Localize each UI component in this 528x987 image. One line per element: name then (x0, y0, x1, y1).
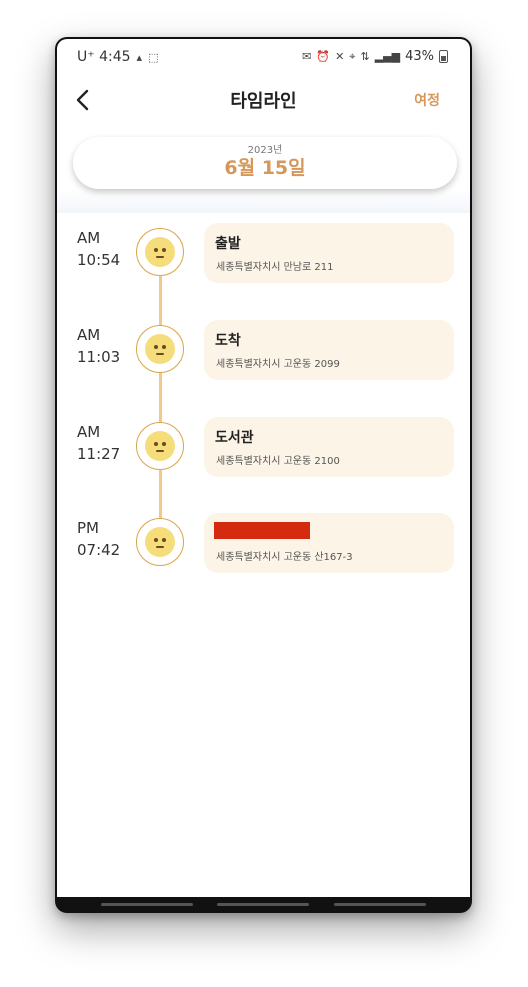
timeline-node (136, 422, 184, 470)
alarm-icon: ⏰ (316, 50, 331, 63)
screenshot-icon: ⬚ (148, 50, 159, 64)
timeline-row: PM 07:42 세종특별자치시 고운동 산167-3 (57, 511, 470, 573)
timeline-row: AM 11:03 도착 세종특별자치시 고운동 2099 (57, 318, 470, 380)
place-card[interactable]: 출발 세종특별자치시 만남로 211 (204, 223, 454, 283)
battery-icon (439, 50, 448, 63)
time-period: AM (77, 326, 101, 344)
time-period: PM (77, 519, 99, 537)
date-year: 2023년 (247, 145, 283, 156)
time-value: 07:42 (77, 541, 121, 559)
neutral-face-icon (145, 431, 175, 461)
timeline-row: AM 11:27 도서관 세종특별자치시 고운동 2100 (57, 415, 470, 477)
nav-home-button[interactable] (217, 903, 309, 906)
place-address: 세종특별자치시 고운동 산167-3 (216, 552, 353, 563)
time-value: 11:27 (77, 445, 121, 463)
place-card[interactable]: 도착 세종특별자치시 고운동 2099 (204, 320, 454, 380)
time-value: 10:54 (77, 251, 121, 269)
phone-frame: U⁺ 4:45 ▴ ⬚ ✉ ⏰ ✕ ⌖ ⇅ ▂▄▆ 43% 타임라인 여정 20… (55, 37, 472, 913)
header: 타임라인 여정 (57, 79, 470, 121)
timeline-time: PM 07:42 (77, 517, 127, 561)
timeline-node (136, 325, 184, 373)
mail-icon: ✉ (302, 50, 312, 63)
location-icon: ⌖ (349, 49, 356, 63)
date-day: 6월 15일 (224, 157, 306, 179)
date-divider (57, 189, 470, 213)
timeline-row: AM 10:54 출발 세종특별자치시 만남로 211 (57, 221, 470, 283)
timeline-node (136, 228, 184, 276)
place-title: 도서관 (215, 430, 254, 446)
status-bar: U⁺ 4:45 ▴ ⬚ ✉ ⏰ ✕ ⌖ ⇅ ▂▄▆ 43% (57, 39, 470, 75)
time-value: 11:03 (77, 348, 121, 366)
screen: U⁺ 4:45 ▴ ⬚ ✉ ⏰ ✕ ⌖ ⇅ ▂▄▆ 43% 타임라인 여정 20… (57, 39, 470, 897)
place-address: 세종특별자치시 고운동 2100 (216, 456, 340, 467)
timeline-time: AM 11:27 (77, 421, 127, 465)
mute-icon: ✕ (335, 50, 345, 63)
signal-icon: ▂▄▆ (374, 50, 401, 63)
place-address: 세종특별자치시 고운동 2099 (216, 359, 340, 370)
navigation-bar (55, 897, 472, 913)
place-card[interactable]: 도서관 세종특별자치시 고운동 2100 (204, 417, 454, 477)
nav-recents-button[interactable] (101, 903, 193, 906)
redacted-title (214, 522, 310, 539)
timeline-time: AM 10:54 (77, 227, 127, 271)
journey-button[interactable]: 여정 (414, 90, 440, 110)
timeline-connector (159, 271, 162, 536)
time-period: AM (77, 423, 101, 441)
place-address: 세종특별자치시 만남로 211 (216, 262, 334, 273)
battery-level: 43% (405, 49, 434, 64)
timeline-time: AM 11:03 (77, 324, 127, 368)
time-period: AM (77, 229, 101, 247)
place-title: 출발 (215, 236, 241, 252)
neutral-face-icon (145, 527, 175, 557)
place-title: 도착 (215, 333, 241, 349)
notification-icon: ▴ (136, 50, 143, 64)
neutral-face-icon (145, 334, 175, 364)
page-title: 타임라인 (230, 91, 297, 112)
lte-icon: ⇅ (360, 50, 370, 63)
timeline-node (136, 518, 184, 566)
date-card[interactable]: 2023년 6월 15일 (73, 137, 457, 189)
nav-back-button[interactable] (334, 903, 426, 906)
carrier-time: U⁺ 4:45 (77, 49, 131, 65)
neutral-face-icon (145, 237, 175, 267)
place-card[interactable]: 세종특별자치시 고운동 산167-3 (204, 513, 454, 573)
